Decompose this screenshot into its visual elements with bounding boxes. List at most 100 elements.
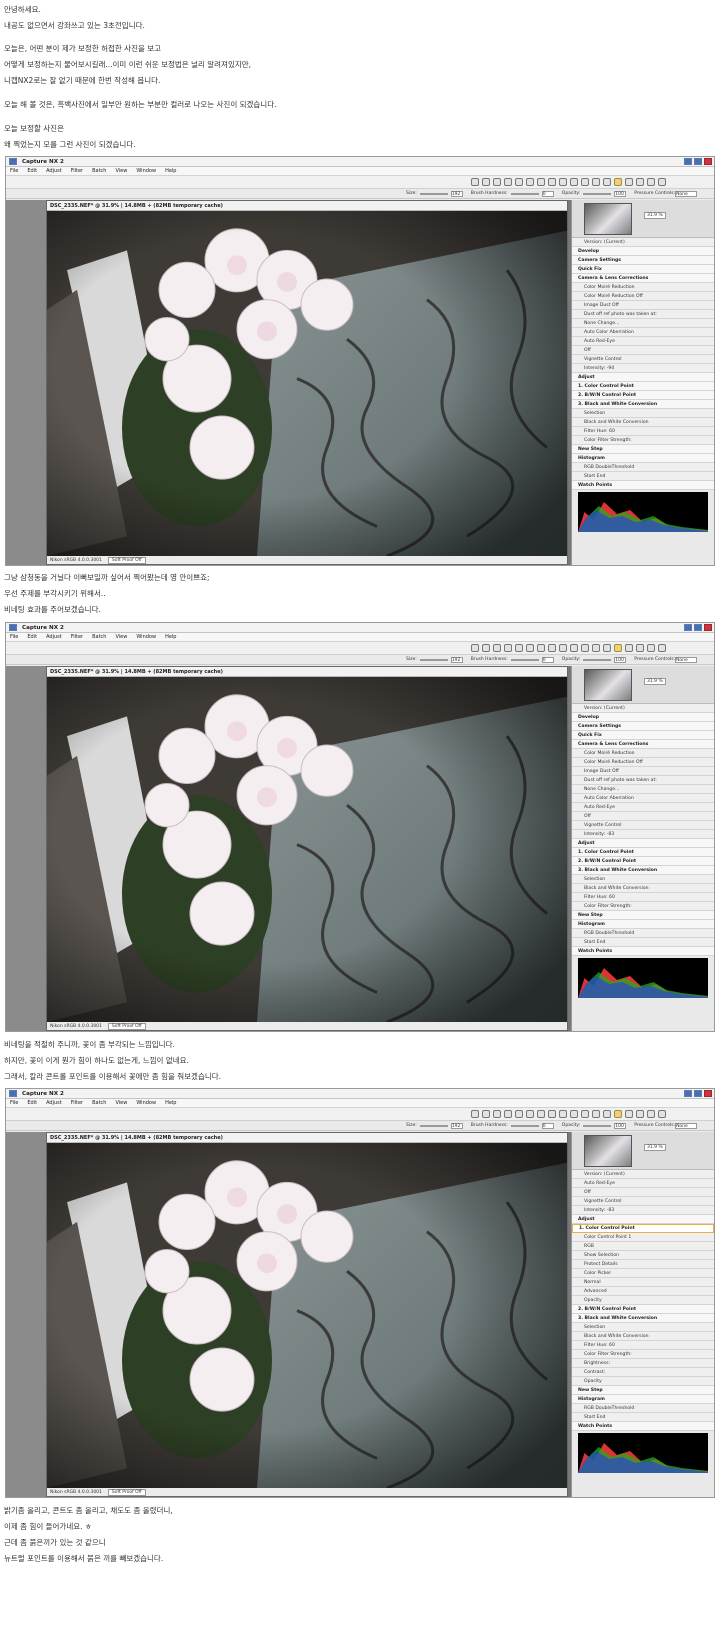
- palette-row[interactable]: Start End: [572, 938, 714, 947]
- palette-row[interactable]: Opacity: [572, 1296, 714, 1305]
- palette-row[interactable]: Color Filter Strength:: [572, 1350, 714, 1359]
- redeye-icon[interactable]: [537, 644, 545, 652]
- palette-row[interactable]: Selection: [572, 1323, 714, 1332]
- size-input[interactable]: 192: [450, 190, 463, 197]
- palette-row[interactable]: Start End: [572, 1413, 714, 1422]
- palette-row[interactable]: Off: [572, 812, 714, 821]
- grid-icon[interactable]: [658, 644, 666, 652]
- zoom-field[interactable]: 31.9 %: [644, 678, 666, 685]
- hardness-input[interactable]: 0: [541, 190, 554, 197]
- softproof-select[interactable]: Soft Proof Off: [107, 1488, 146, 1496]
- zoom-field[interactable]: 31.9 %: [644, 1144, 666, 1151]
- palette-row[interactable]: Filter Hue: 60: [572, 427, 714, 436]
- gradient-icon[interactable]: [636, 1110, 644, 1118]
- palette-row[interactable]: 2. B/W/N Control Point: [572, 1305, 714, 1314]
- auto-retouch-icon[interactable]: [603, 1110, 611, 1118]
- palette-row[interactable]: Develop: [572, 713, 714, 722]
- redeye-icon[interactable]: [537, 1110, 545, 1118]
- menu-filter[interactable]: Filter: [71, 1100, 83, 1106]
- color-point-icon[interactable]: [581, 1110, 589, 1118]
- neutral-point-icon[interactable]: [559, 1110, 567, 1118]
- menu-window[interactable]: Window: [136, 1100, 156, 1106]
- gradient-icon[interactable]: [636, 644, 644, 652]
- menu-window[interactable]: Window: [136, 634, 156, 640]
- birds-eye-thumbnail[interactable]: [584, 1135, 632, 1167]
- rotate-icon[interactable]: [504, 178, 512, 186]
- palette-row[interactable]: Camera Settings: [572, 256, 714, 265]
- palette-row[interactable]: Auto Color Aberration: [572, 328, 714, 337]
- pressure-select[interactable]: None: [675, 190, 698, 197]
- rotate-icon[interactable]: [504, 644, 512, 652]
- maximize-button[interactable]: [694, 1090, 702, 1097]
- palette-row[interactable]: 3. Black and White Conversion: [572, 1314, 714, 1323]
- opacity-input[interactable]: 100: [614, 656, 627, 663]
- black-point-icon[interactable]: [548, 178, 556, 186]
- palette-row[interactable]: None Change...: [572, 785, 714, 794]
- menu-file[interactable]: File: [10, 168, 18, 174]
- fill-icon[interactable]: [647, 1110, 655, 1118]
- black-point-icon[interactable]: [548, 644, 556, 652]
- palette-row[interactable]: Black and White Conversion: [572, 884, 714, 893]
- white-point-icon[interactable]: [570, 1110, 578, 1118]
- palette-row[interactable]: Color Filter Strength:: [572, 436, 714, 445]
- opacity-slider[interactable]: [583, 192, 612, 195]
- palette-row[interactable]: Image Dust Off: [572, 301, 714, 310]
- zoom-field[interactable]: 31.9 %: [644, 212, 666, 219]
- palette-row[interactable]: Vignette Control: [572, 821, 714, 830]
- opacity-input[interactable]: 100: [614, 190, 627, 197]
- palette-row[interactable]: Watch Points: [572, 481, 714, 490]
- straighten-icon[interactable]: [515, 1110, 523, 1118]
- straighten-icon[interactable]: [515, 178, 523, 186]
- auto-retouch-icon[interactable]: [603, 178, 611, 186]
- maximize-button[interactable]: [694, 624, 702, 631]
- palette-row[interactable]: Contrast:: [572, 1368, 714, 1377]
- selection-brush-icon[interactable]: [614, 178, 622, 186]
- lasso-icon[interactable]: [625, 178, 633, 186]
- menu-batch[interactable]: Batch: [92, 1100, 106, 1106]
- hardness-slider[interactable]: [510, 1124, 539, 1127]
- redeye-icon[interactable]: [537, 178, 545, 186]
- menu-adjust[interactable]: Adjust: [46, 1100, 62, 1106]
- palette-row[interactable]: Quick Fix: [572, 265, 714, 274]
- direct-select-icon[interactable]: [471, 644, 479, 652]
- palette-row[interactable]: Brightness:: [572, 1359, 714, 1368]
- lasso-icon[interactable]: [625, 1110, 633, 1118]
- zoom-icon[interactable]: [493, 1110, 501, 1118]
- palette-row[interactable]: Advanced: [572, 1287, 714, 1296]
- selection-brush-icon[interactable]: [614, 644, 622, 652]
- menu-file[interactable]: File: [10, 634, 18, 640]
- photo-canvas[interactable]: [47, 677, 567, 1022]
- zoom-icon[interactable]: [493, 178, 501, 186]
- menu-view[interactable]: View: [115, 168, 127, 174]
- neutral-point-icon[interactable]: [559, 644, 567, 652]
- menu-edit[interactable]: Edit: [27, 634, 37, 640]
- palette-row[interactable]: RGB DoubleThreshold: [572, 1404, 714, 1413]
- palette-row[interactable]: 2. B/W/N Control Point: [572, 857, 714, 866]
- palette-row[interactable]: Camera & Lens Corrections: [572, 740, 714, 749]
- palette-row[interactable]: RGB: [572, 1242, 714, 1251]
- palette-row[interactable]: Adjust: [572, 839, 714, 848]
- palette-row[interactable]: Off: [572, 1188, 714, 1197]
- palette-row[interactable]: Protect Details: [572, 1260, 714, 1269]
- palette-row[interactable]: Selection: [572, 409, 714, 418]
- palette-row[interactable]: Version: (Current): [572, 704, 714, 713]
- menu-batch[interactable]: Batch: [92, 168, 106, 174]
- photo-canvas[interactable]: [47, 1143, 567, 1488]
- palette-row[interactable]: Version: (Current): [572, 1170, 714, 1179]
- palette-row[interactable]: 2. B/W/N Control Point: [572, 391, 714, 400]
- palette-row[interactable]: RGB DoubleThreshold: [572, 463, 714, 472]
- color-point-icon[interactable]: [581, 178, 589, 186]
- menu-filter[interactable]: Filter: [71, 634, 83, 640]
- palette-row[interactable]: Color Moiré Reduction Off: [572, 292, 714, 301]
- palette-row[interactable]: Adjust: [572, 373, 714, 382]
- palette-row[interactable]: Dust off ref photo was taken at:: [572, 310, 714, 319]
- palette-row[interactable]: Intensity: -83: [572, 830, 714, 839]
- softproof-select[interactable]: Soft Proof Off: [107, 1022, 146, 1030]
- menu-view[interactable]: View: [115, 634, 127, 640]
- palette-row[interactable]: Start End: [572, 472, 714, 481]
- palette-row[interactable]: Color Moiré Reduction: [572, 749, 714, 758]
- softproof-select[interactable]: Soft Proof Off: [107, 556, 146, 564]
- palette-row[interactable]: Histogram: [572, 1395, 714, 1404]
- zoom-icon[interactable]: [493, 644, 501, 652]
- hardness-input[interactable]: 0: [541, 656, 554, 663]
